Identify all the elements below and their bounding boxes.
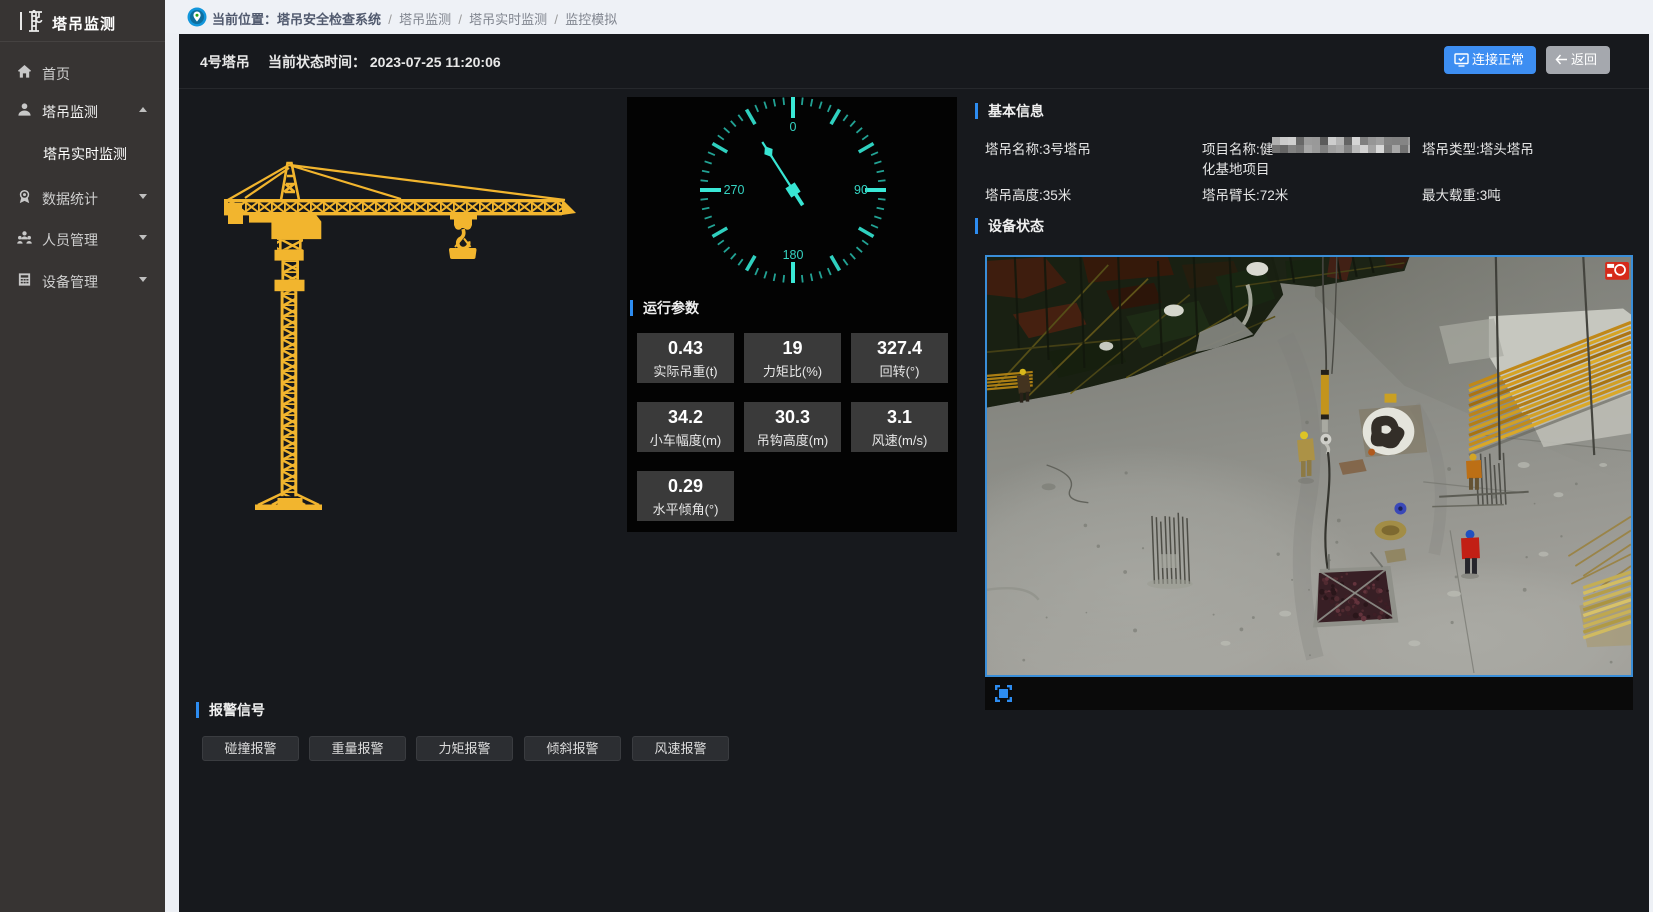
svg-text:270: 270 [724, 183, 745, 197]
svg-text:90: 90 [854, 183, 868, 197]
svg-text:0: 0 [790, 120, 797, 134]
svg-text:180: 180 [783, 248, 804, 262]
